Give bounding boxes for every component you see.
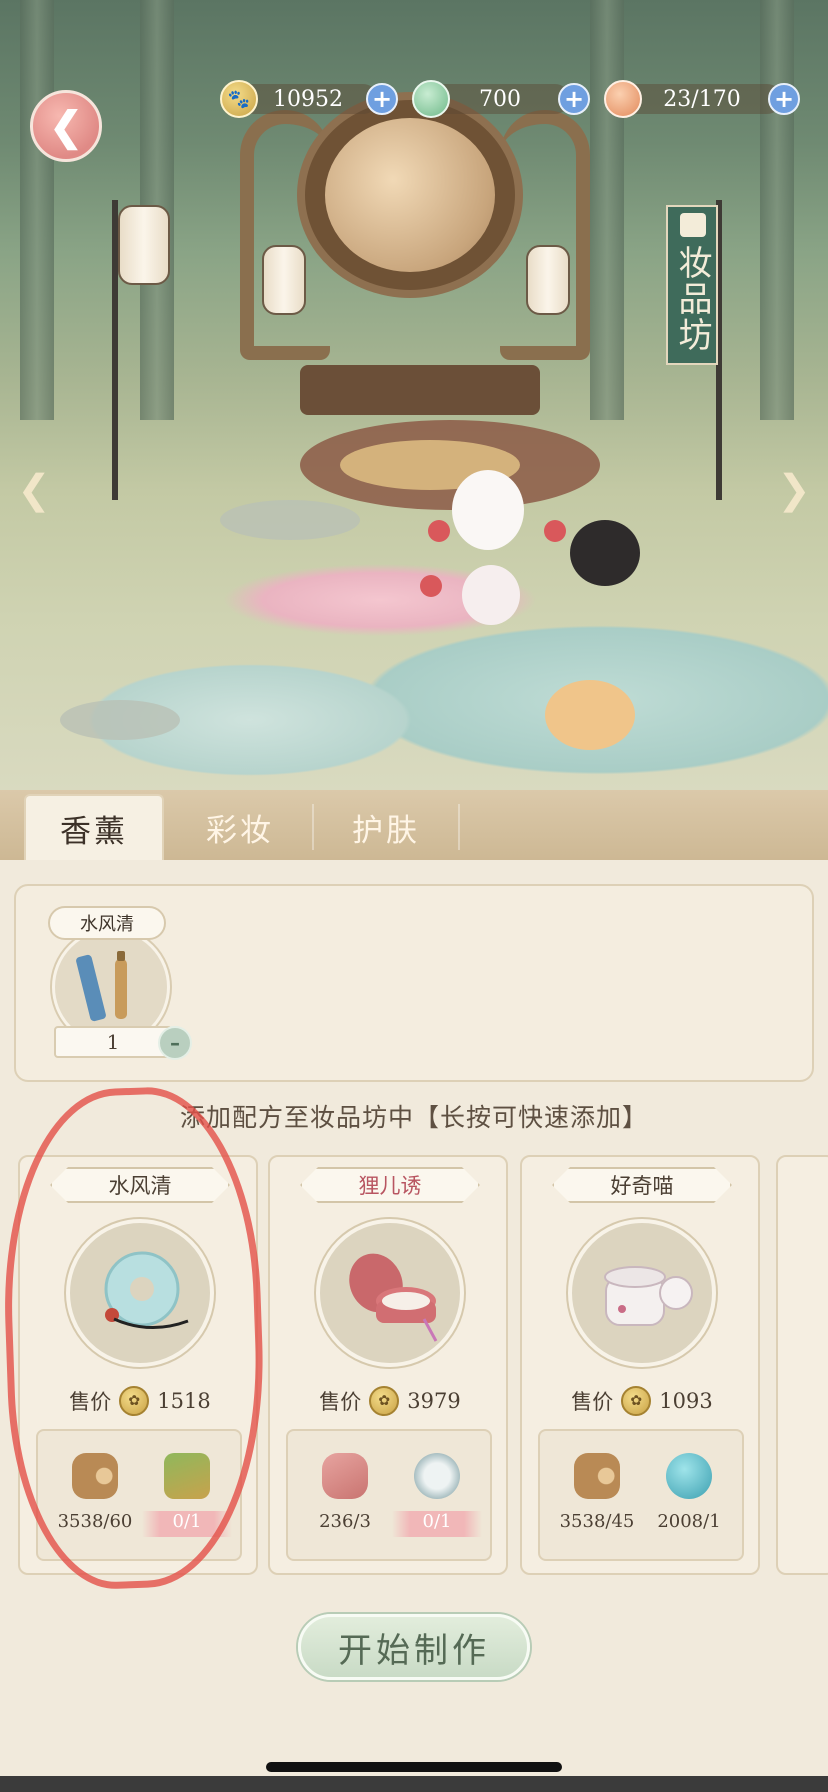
tab-skincare[interactable]: 护肤 — [316, 794, 456, 860]
back-arrow-icon: ❮ — [49, 102, 83, 150]
resource-value: 23/170 — [622, 84, 782, 114]
porcelain-jar-icon — [604, 1266, 693, 1326]
price-value: 1093 — [659, 1389, 713, 1413]
material-item[interactable]: 3538/45 — [552, 1449, 642, 1553]
home-indicator[interactable] — [266, 1762, 562, 1772]
recipe-name: 好奇喵 — [552, 1167, 732, 1203]
material-count: 0/1 — [392, 1511, 482, 1537]
white-cat-body — [462, 565, 520, 625]
tab-fragrance[interactable]: 香薰 — [24, 794, 164, 860]
stone — [60, 700, 180, 740]
lantern — [262, 245, 306, 315]
material-count: 3538/45 — [559, 1511, 635, 1532]
white-cat[interactable] — [452, 470, 524, 550]
vanity-mirror — [325, 118, 495, 272]
orange-cat[interactable] — [545, 680, 635, 750]
resource-value: 700 — [430, 84, 570, 114]
material-count: 236/3 — [319, 1511, 371, 1532]
bottom-strip — [0, 1776, 828, 1792]
add-jade-button[interactable]: + — [558, 83, 590, 115]
queued-item-quantity: 1 — [54, 1026, 172, 1058]
silk-roll-icon — [322, 1453, 368, 1499]
vanity-table[interactable] — [300, 365, 540, 415]
recipe-card-haoqimiao[interactable]: 好奇喵 售价 ✿ 1093 3538/45 2008/1 — [520, 1155, 760, 1575]
resource-energy: 23/170 + — [604, 80, 804, 118]
start-crafting-button[interactable]: 开始制作 — [298, 1614, 530, 1680]
lantern — [118, 205, 170, 285]
queued-item-name: 水风清 — [48, 906, 166, 940]
price-label: 售价 — [319, 1390, 362, 1414]
recipe-name: 狸儿诱 — [300, 1167, 480, 1203]
lantern — [526, 245, 570, 315]
back-button[interactable]: ❮ — [30, 90, 102, 162]
materials-box: 236/3 0/1 — [286, 1429, 492, 1561]
book-icon — [680, 213, 706, 237]
resource-jade: 700 + — [412, 80, 592, 118]
material-item[interactable]: 236/3 — [300, 1449, 390, 1553]
red-flower — [428, 520, 450, 542]
material-item[interactable]: 0/1 — [392, 1449, 482, 1553]
porcelain-dish-icon — [414, 1453, 460, 1499]
annotation-red-circle — [0, 1083, 271, 1593]
resource-value: 10952 — [238, 84, 378, 114]
price-label: 售价 — [571, 1390, 614, 1414]
stone — [220, 500, 360, 540]
wood-log-icon — [574, 1453, 620, 1499]
price-value: 3979 — [407, 1389, 461, 1413]
tab-divider — [458, 804, 460, 850]
recipe-card-lierxiu[interactable]: 狸儿诱 售价 ✿ 3979 236/3 0/1 — [268, 1155, 508, 1575]
material-count: 2008/1 — [657, 1511, 721, 1532]
black-cat[interactable] — [570, 520, 640, 586]
rouge-box-icon — [349, 1253, 438, 1342]
recipe-item-image — [316, 1219, 464, 1367]
tree-trunk — [20, 0, 54, 420]
shop-banner[interactable]: 妆品坊 — [666, 205, 718, 365]
add-energy-button[interactable]: + — [768, 83, 800, 115]
material-item[interactable]: 2008/1 — [644, 1449, 734, 1553]
scene-next-arrow[interactable]: ❯ — [770, 452, 818, 528]
scene-prev-arrow[interactable]: ❮ — [10, 452, 58, 528]
category-tabs: 香薰 彩妆 护肤 — [0, 790, 828, 860]
game-scene: 妆品坊 — [0, 0, 828, 792]
materials-box: 3538/45 2008/1 — [538, 1429, 744, 1561]
red-flower — [420, 575, 442, 597]
tree-trunk — [760, 0, 794, 420]
jade-icon — [412, 80, 450, 118]
blue-gem-icon — [666, 1453, 712, 1499]
red-flower — [544, 520, 566, 542]
price-row: 售价 ✿ 3979 — [270, 1381, 510, 1421]
add-paw-coin-button[interactable]: + — [366, 83, 398, 115]
price-row: 售价 ✿ 1093 — [522, 1381, 762, 1421]
recipe-card-partial[interactable] — [776, 1155, 828, 1575]
energy-bun-icon — [604, 80, 642, 118]
tree-trunk — [590, 0, 624, 420]
paw-coin-icon: 🐾 — [220, 80, 258, 118]
banner-title: 妆品坊 — [672, 245, 712, 353]
resource-paw-coin: 10952 🐾 + — [220, 80, 398, 118]
vanity-arm — [500, 110, 590, 360]
paw-coin-icon: ✿ — [369, 1386, 400, 1416]
tab-divider — [312, 804, 314, 850]
paw-coin-icon: ✿ — [621, 1386, 652, 1416]
remove-item-button[interactable]: – — [158, 1026, 192, 1060]
tab-makeup[interactable]: 彩妆 — [170, 794, 310, 860]
recipe-item-image — [568, 1219, 716, 1367]
